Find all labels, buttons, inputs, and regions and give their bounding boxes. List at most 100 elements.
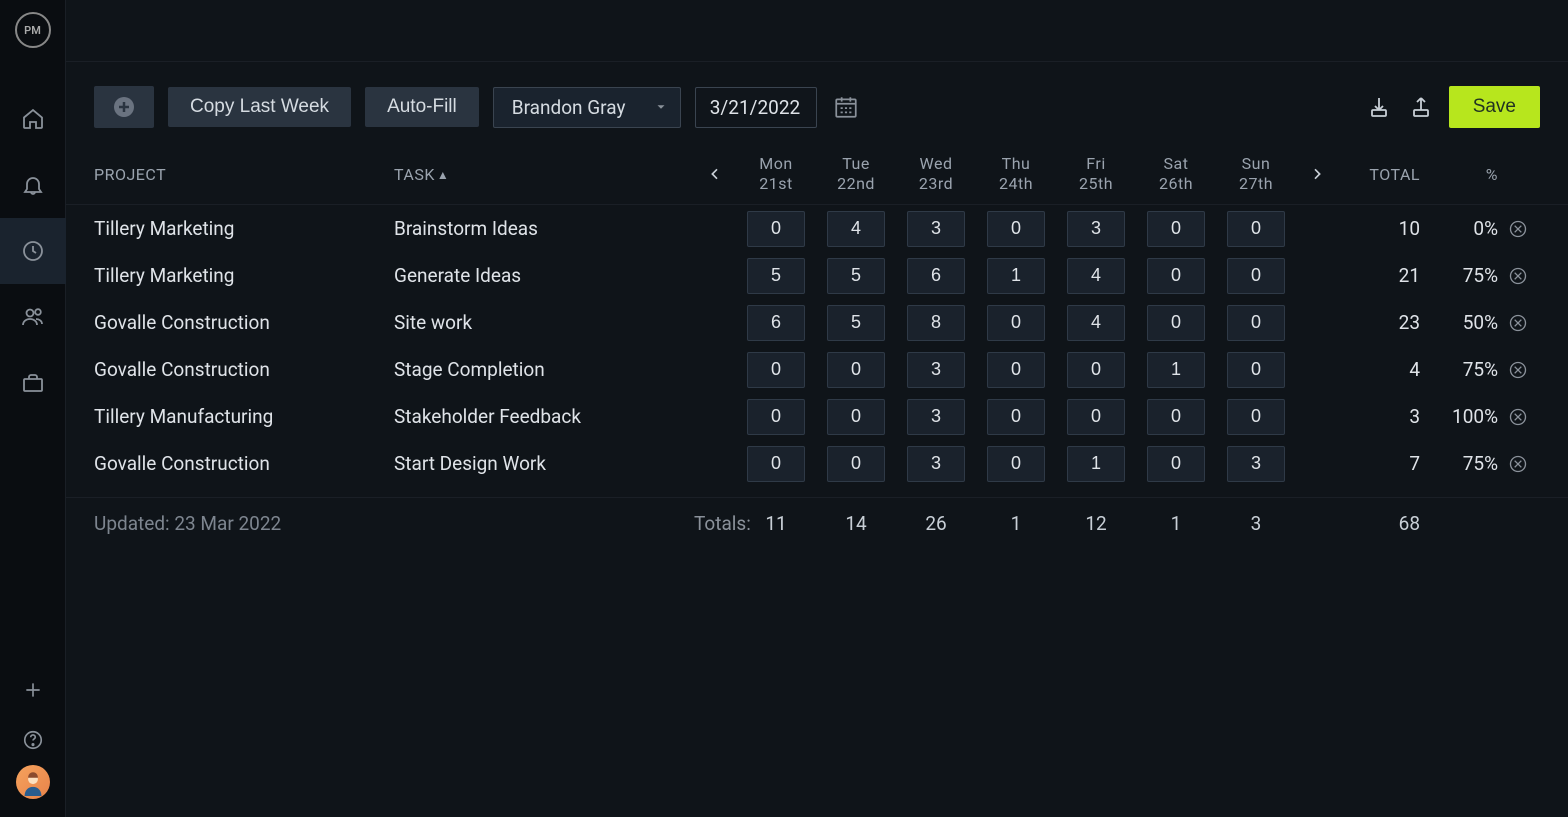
avatar[interactable] — [16, 765, 50, 799]
nav-notifications-icon[interactable] — [0, 152, 66, 218]
nav-add-icon[interactable] — [0, 665, 66, 715]
project-cell: Govalle Construction — [94, 303, 394, 342]
delete-row-icon[interactable] — [1498, 454, 1538, 474]
hours-input[interactable] — [747, 446, 805, 482]
hours-input[interactable] — [1147, 211, 1205, 247]
hours-input[interactable] — [1067, 352, 1125, 388]
hours-input[interactable] — [827, 399, 885, 435]
hours-input[interactable] — [987, 305, 1045, 341]
sort-asc-icon: ▲ — [437, 168, 449, 182]
project-cell: Tillery Marketing — [94, 209, 394, 248]
col-total[interactable]: TOTAL — [1338, 165, 1426, 184]
auto-fill-button[interactable]: Auto-Fill — [365, 87, 479, 127]
hours-input[interactable] — [827, 305, 885, 341]
hours-input[interactable] — [1227, 446, 1285, 482]
prev-week-icon[interactable] — [694, 166, 736, 182]
col-day-3: Thu24th — [976, 154, 1056, 194]
task-cell: Site work — [394, 303, 694, 342]
hours-input[interactable] — [1067, 446, 1125, 482]
col-day-6: Sun27th — [1216, 154, 1296, 194]
hours-input[interactable] — [1147, 399, 1205, 435]
hours-input[interactable] — [987, 399, 1045, 435]
row-percent: 100% — [1426, 405, 1498, 428]
delete-row-icon[interactable] — [1498, 360, 1538, 380]
date-input[interactable]: 3/21/2022 — [695, 87, 817, 128]
footer-row: Updated: 23 Mar 2022 Totals: 11 14 26 1 … — [66, 497, 1568, 549]
nav-home-icon[interactable] — [0, 86, 66, 152]
col-day-5: Sat26th — [1136, 154, 1216, 194]
project-cell: Tillery Marketing — [94, 256, 394, 295]
nav-help-icon[interactable] — [0, 715, 66, 765]
hours-input[interactable] — [747, 211, 805, 247]
hours-input[interactable] — [1147, 446, 1205, 482]
table-row: Tillery MarketingBrainstorm Ideas100% — [66, 205, 1568, 252]
hours-input[interactable] — [827, 446, 885, 482]
next-week-icon[interactable] — [1296, 166, 1338, 182]
total-day-5: 1 — [1136, 512, 1216, 535]
hours-input[interactable] — [987, 258, 1045, 294]
hours-input[interactable] — [1227, 352, 1285, 388]
hours-input[interactable] — [1227, 399, 1285, 435]
top-strip — [66, 0, 1568, 62]
hours-input[interactable] — [1067, 305, 1125, 341]
col-project[interactable]: PROJECT — [94, 165, 394, 184]
hours-input[interactable] — [827, 258, 885, 294]
hours-input[interactable] — [907, 258, 965, 294]
hours-input[interactable] — [987, 211, 1045, 247]
hours-input[interactable] — [1227, 305, 1285, 341]
hours-input[interactable] — [1147, 305, 1205, 341]
hours-input[interactable] — [907, 446, 965, 482]
add-row-button[interactable] — [94, 86, 154, 128]
total-day-4: 12 — [1056, 512, 1136, 535]
total-day-0: 11 — [736, 512, 816, 535]
delete-row-icon[interactable] — [1498, 266, 1538, 286]
project-cell: Tillery Manufacturing — [94, 397, 394, 436]
hours-input[interactable] — [747, 399, 805, 435]
share-icon[interactable] — [1407, 93, 1435, 121]
hours-input[interactable] — [1227, 258, 1285, 294]
hours-input[interactable] — [1067, 258, 1125, 294]
hours-input[interactable] — [907, 305, 965, 341]
table-row: Tillery MarketingGenerate Ideas2175% — [66, 252, 1568, 299]
hours-input[interactable] — [907, 211, 965, 247]
app-logo: PM — [15, 12, 51, 48]
chevron-down-icon — [654, 100, 668, 114]
totals-label: Totals: — [694, 512, 736, 535]
hours-input[interactable] — [1227, 211, 1285, 247]
hours-input[interactable] — [1147, 352, 1205, 388]
sidebar: PM — [0, 0, 66, 817]
save-button[interactable]: Save — [1449, 86, 1540, 128]
col-task[interactable]: TASK▲ — [394, 165, 694, 184]
total-day-2: 26 — [896, 512, 976, 535]
hours-input[interactable] — [987, 446, 1045, 482]
header-row: PROJECT TASK▲ Mon21st Tue22nd Wed23rd Th… — [66, 136, 1568, 205]
hours-input[interactable] — [827, 352, 885, 388]
user-select-value: Brandon Gray — [512, 96, 626, 119]
hours-input[interactable] — [987, 352, 1045, 388]
nav-people-icon[interactable] — [0, 284, 66, 350]
calendar-icon[interactable] — [831, 92, 861, 122]
user-select[interactable]: Brandon Gray — [493, 87, 681, 128]
hours-input[interactable] — [1147, 258, 1205, 294]
download-icon[interactable] — [1365, 93, 1393, 121]
hours-input[interactable] — [907, 352, 965, 388]
total-day-6: 3 — [1216, 512, 1296, 535]
nav-timesheet-icon[interactable] — [0, 218, 66, 284]
row-total: 4 — [1338, 358, 1426, 381]
hours-input[interactable] — [747, 352, 805, 388]
hours-input[interactable] — [747, 258, 805, 294]
row-total: 7 — [1338, 452, 1426, 475]
delete-row-icon[interactable] — [1498, 219, 1538, 239]
nav-briefcase-icon[interactable] — [0, 350, 66, 416]
col-percent[interactable]: % — [1426, 165, 1498, 184]
hours-input[interactable] — [907, 399, 965, 435]
total-day-1: 14 — [816, 512, 896, 535]
total-day-3: 1 — [976, 512, 1056, 535]
copy-last-week-button[interactable]: Copy Last Week — [168, 87, 351, 127]
hours-input[interactable] — [827, 211, 885, 247]
hours-input[interactable] — [1067, 211, 1125, 247]
hours-input[interactable] — [1067, 399, 1125, 435]
delete-row-icon[interactable] — [1498, 407, 1538, 427]
hours-input[interactable] — [747, 305, 805, 341]
delete-row-icon[interactable] — [1498, 313, 1538, 333]
